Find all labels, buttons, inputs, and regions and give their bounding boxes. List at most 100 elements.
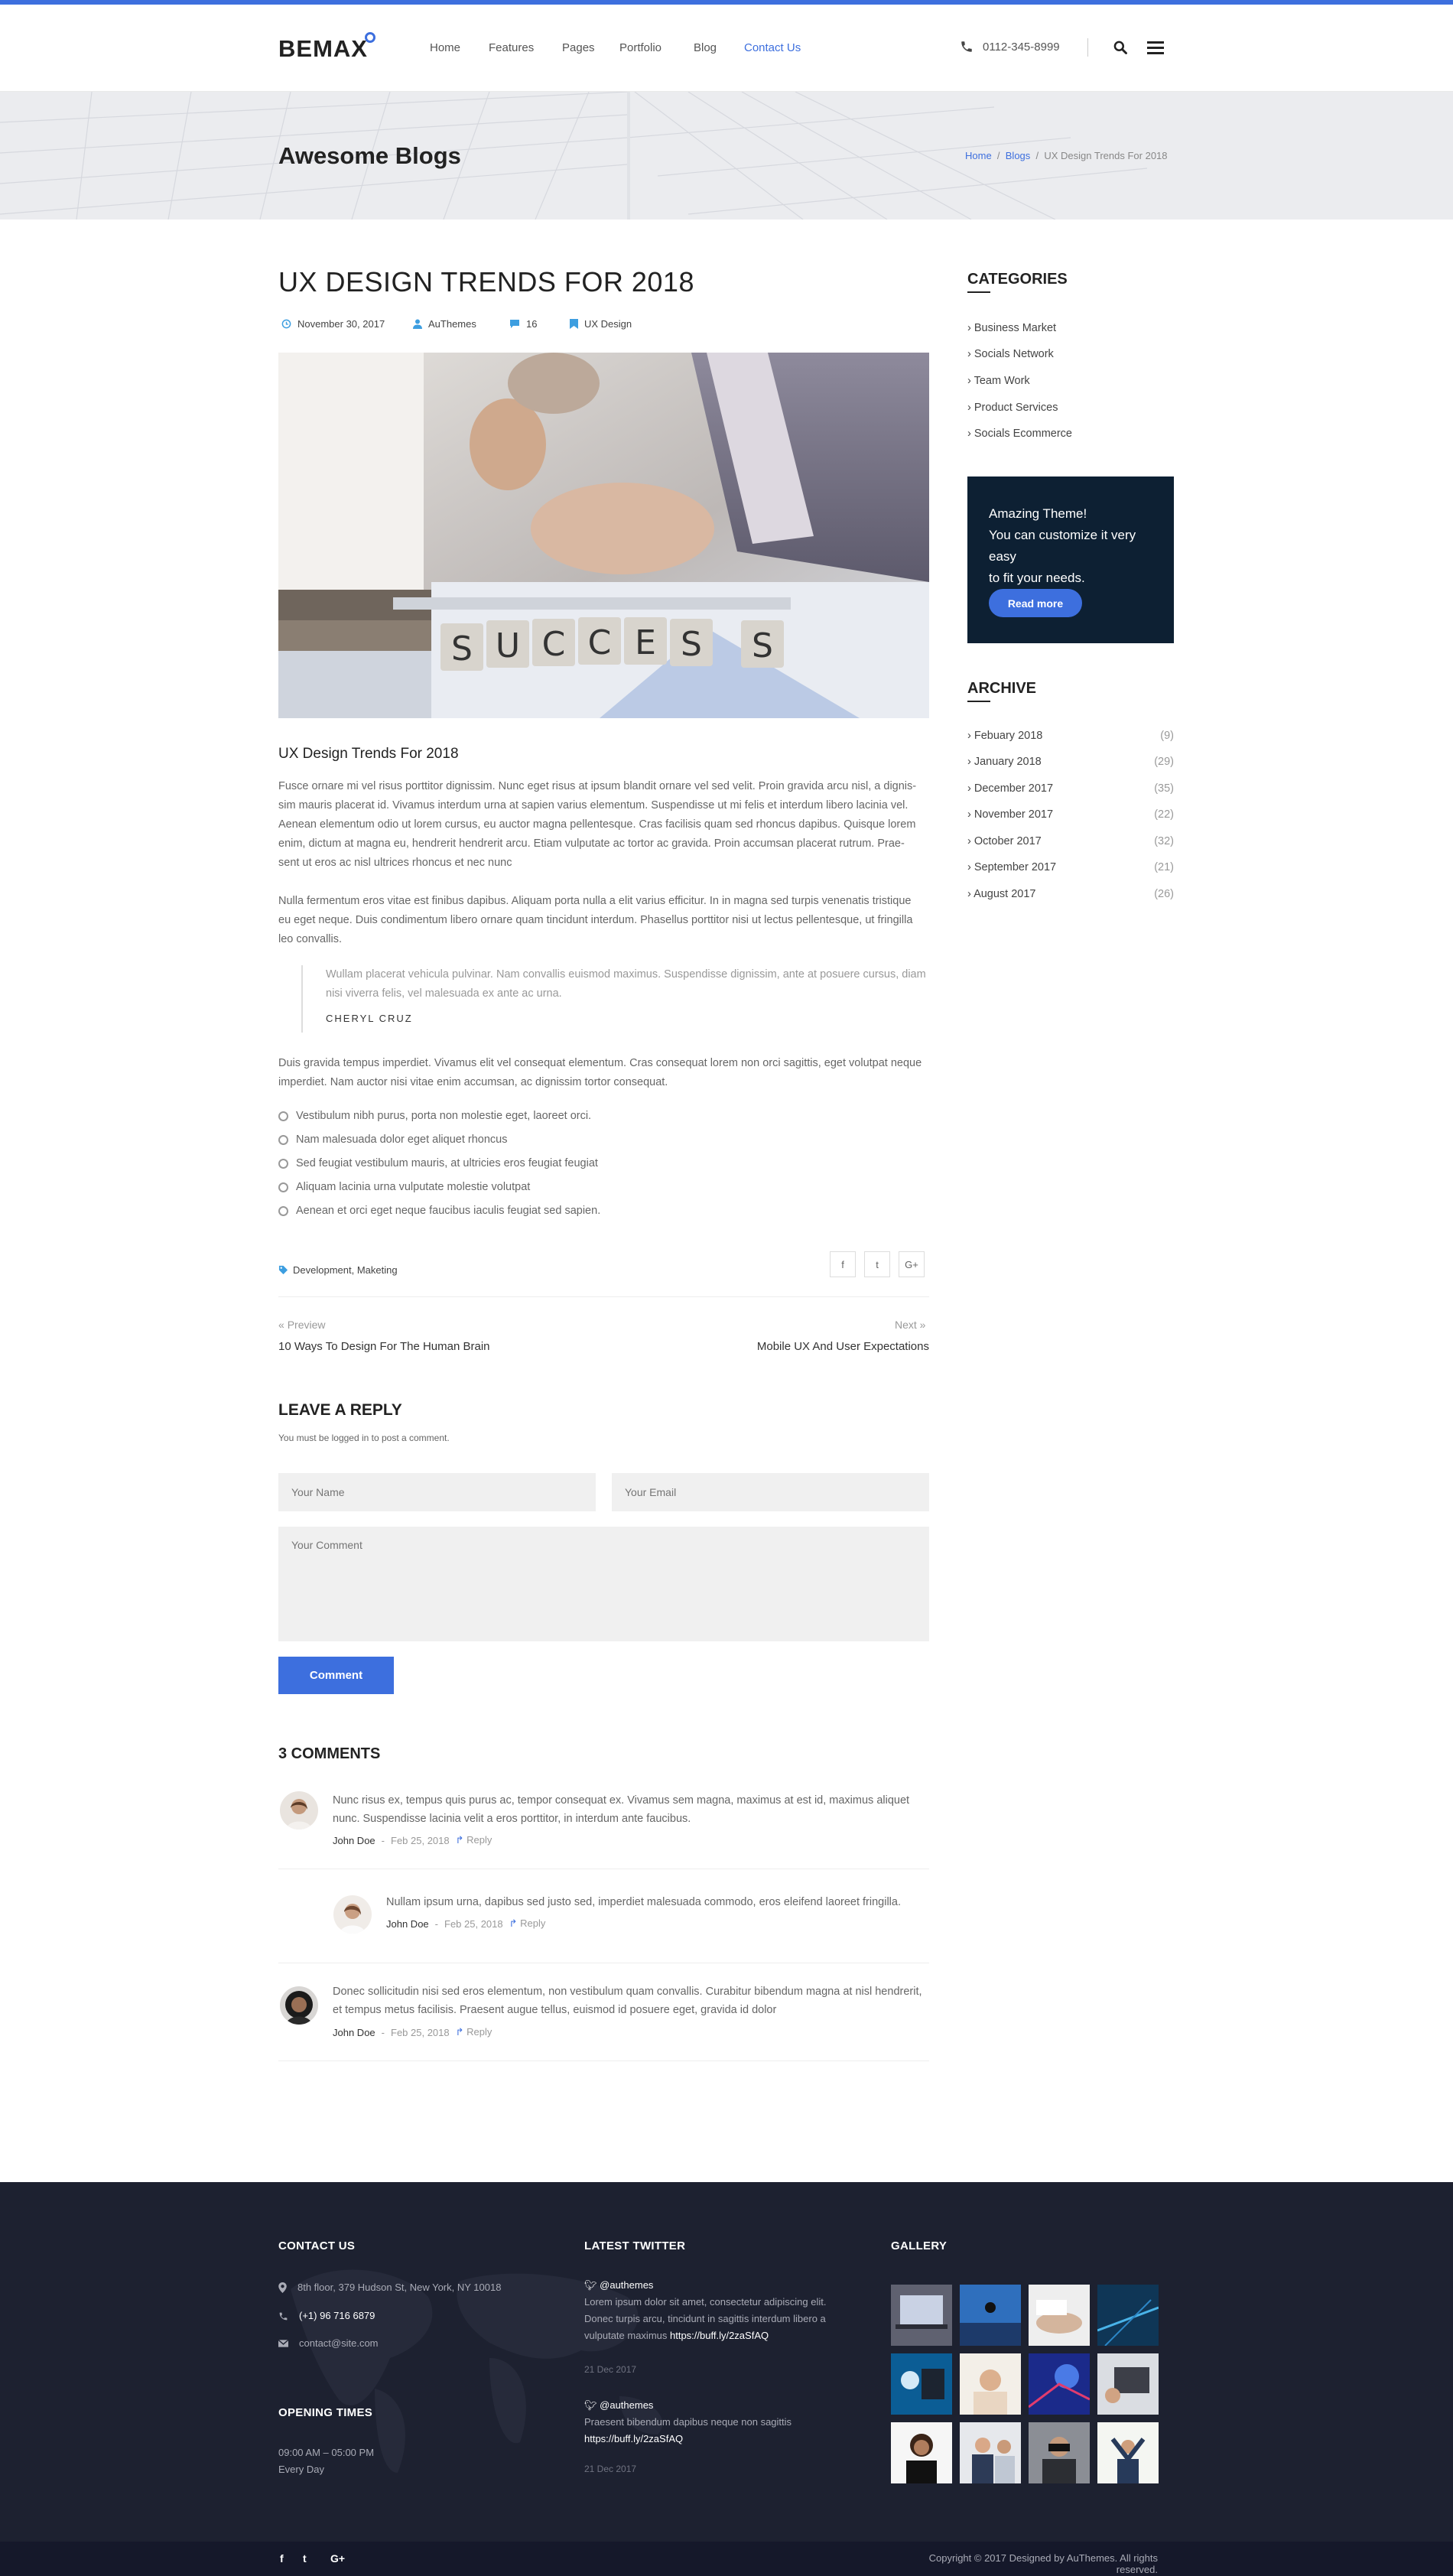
reply-link[interactable]: ↱ Reply [509, 1917, 546, 1930]
nav-portfolio[interactable]: Portfolio [619, 41, 661, 54]
next-post-label[interactable]: Next » [895, 1319, 925, 1331]
prev-post-title[interactable]: 10 Ways To Design For The Human Brain [278, 1340, 490, 1353]
gallery-thumbnail[interactable] [1097, 2422, 1159, 2483]
reply-arrow-icon: ↱ [455, 2026, 464, 2038]
category-label: Business Market [974, 322, 1057, 334]
comment-author[interactable]: John Doe [386, 1918, 429, 1930]
archive-label: November 2017 [974, 808, 1054, 821]
chevron-right-icon: › [967, 730, 974, 742]
check-circle-icon [278, 1111, 288, 1121]
nav-home[interactable]: Home [430, 41, 460, 54]
post-paragraph-2: Nulla fermentum eros vitae est finibus d… [278, 892, 929, 949]
nav-features[interactable]: Features [489, 41, 534, 54]
category-link[interactable]: › Team Work [967, 375, 1030, 387]
archive-item[interactable]: › December 2017 (35) [967, 782, 1174, 795]
footer-email[interactable]: contact@site.com [278, 2335, 379, 2352]
reply-link-text: Reply [466, 2026, 492, 2038]
share-twitter-button[interactable]: t [864, 1251, 890, 1277]
reply-link[interactable]: ↱ Reply [456, 1834, 492, 1846]
post-author[interactable]: AuThemes [413, 318, 476, 330]
reply-link[interactable]: ↱ Reply [456, 2026, 492, 2038]
archive-item[interactable]: › September 2017 (21) [967, 861, 1174, 873]
gallery-thumbnail[interactable] [1097, 2285, 1159, 2346]
name-input[interactable] [278, 1473, 596, 1511]
bookmark-icon [570, 319, 578, 329]
post-category[interactable]: UX Design [570, 318, 632, 330]
tweet-handle[interactable]: 🐦︎ @authemes [584, 2397, 837, 2414]
tweet-link[interactable]: https://buff.ly/2zaSfAQ [584, 2433, 683, 2444]
quote-text: Wullam placerat vehicula pulvinar. Nam c… [326, 965, 929, 1003]
post-author-text: AuThemes [428, 318, 476, 330]
archive-item[interactable]: › January 2018 (29) [967, 756, 1174, 768]
post-paragraph-3: Duis gravida tempus imperdiet. Vivamus e… [278, 1054, 929, 1092]
gallery-thumbnail[interactable] [1029, 2285, 1090, 2346]
comment-submit-button[interactable]: Comment [278, 1657, 394, 1694]
comment-date: Feb 25, 2018 [391, 1834, 450, 1846]
gallery-thumbnail[interactable] [1097, 2353, 1159, 2415]
category-link[interactable]: › Socials Network [967, 348, 1054, 360]
post-comment-count-text: 16 [526, 318, 538, 330]
category-link[interactable]: › Product Services [967, 402, 1058, 414]
breadcrumb-separator: / [994, 150, 1006, 161]
gallery-thumbnail[interactable] [891, 2285, 952, 2346]
email-input[interactable] [612, 1473, 929, 1511]
archive-count: (22) [1154, 808, 1174, 821]
tweet-handle[interactable]: 🐦︎ @authemes [584, 2277, 837, 2294]
archive-item[interactable]: › October 2017 (32) [967, 835, 1174, 847]
category-link[interactable]: › Business Market [967, 322, 1056, 334]
nav-contact-us[interactable]: Contact Us [744, 41, 801, 54]
footer-contact-title: CONTACT US [278, 2239, 356, 2252]
gallery-thumbnail[interactable] [960, 2353, 1021, 2415]
footer-phone[interactable]: (+1) 96 716 6879 [278, 2308, 375, 2324]
footer-google-plus-link[interactable]: G+ [330, 2552, 345, 2565]
post-tags[interactable]: Development, Maketing [278, 1264, 398, 1276]
menu-icon[interactable] [1147, 40, 1164, 59]
archive-item[interactable]: › August 2017 (26) [967, 888, 1174, 900]
share-facebook-button[interactable]: f [830, 1251, 856, 1277]
comment-author[interactable]: John Doe [333, 2027, 375, 2038]
check-circle-icon [278, 1182, 288, 1192]
footer-address: 8th floor, 379 Hudson St, New York, NY 1… [278, 2279, 501, 2296]
tag-icon [278, 1265, 288, 1275]
breadcrumb-blogs[interactable]: Blogs [1006, 150, 1031, 161]
gallery-thumbnail[interactable] [891, 2422, 952, 2483]
list-item: Vestibulum nibh purus, porta non molesti… [278, 1110, 591, 1122]
search-icon[interactable] [1113, 40, 1128, 59]
archive-item[interactable]: › Febuary 2018 (9) [967, 730, 1174, 742]
category-link[interactable]: › Socials Ecommerce [967, 428, 1072, 440]
comment-date: Feb 25, 2018 [391, 2026, 450, 2038]
gallery-thumbnail[interactable] [1029, 2422, 1090, 2483]
breadcrumb-home[interactable]: Home [965, 150, 992, 161]
archive-title: ARCHIVE [967, 680, 1037, 697]
footer-hours: 09:00 AM – 05:00 PM [278, 2447, 375, 2458]
paragraph-line: imperdiet. Nam auctor nisi vitae enim ac… [278, 1076, 668, 1088]
footer-twitter-link[interactable]: t [303, 2552, 307, 2565]
post-comment-count[interactable]: 16 [509, 318, 537, 330]
gallery-thumbnail[interactable] [960, 2422, 1021, 2483]
gallery-thumbnail[interactable] [1029, 2353, 1090, 2415]
logo[interactable]: BEMAX [278, 35, 368, 63]
tweet: 🐦︎ @authemes Lorem ipsum dolor sit amet,… [584, 2277, 837, 2344]
tweet-handle-text: @authemes [600, 2279, 654, 2291]
gallery-thumbnail[interactable] [891, 2353, 952, 2415]
chevron-right-icon: › [967, 756, 974, 768]
archive-item[interactable]: › November 2017 (22) [967, 808, 1174, 821]
avatar [333, 1895, 372, 1934]
comment-textarea[interactable] [278, 1527, 929, 1641]
archive-label: October 2017 [974, 835, 1042, 847]
next-post-title[interactable]: Mobile UX And User Expectations [753, 1340, 929, 1353]
reply-note: You must be logged in to post a comment. [278, 1433, 450, 1443]
hero-letter: S [752, 626, 773, 665]
gallery-thumbnail[interactable] [960, 2285, 1021, 2346]
prev-post-label[interactable]: « Preview [278, 1319, 325, 1331]
share-google-plus-button[interactable]: G+ [899, 1251, 925, 1277]
read-more-button[interactable]: Read more [989, 589, 1082, 617]
nav-blog[interactable]: Blog [694, 41, 717, 54]
nav-pages[interactable]: Pages [562, 41, 595, 54]
comment-author[interactable]: John Doe [333, 1835, 375, 1846]
tweet-link[interactable]: https://buff.ly/2zaSfAQ [670, 2330, 769, 2341]
header-phone[interactable]: 0112-345-8999 [983, 41, 1060, 54]
footer-facebook-link[interactable]: f [280, 2552, 284, 2565]
list-item: Aenean et orci eget neque faucibus iacul… [278, 1205, 600, 1217]
paragraph-line: enim, dictum at magna eu, hendrerit hend… [278, 838, 905, 850]
